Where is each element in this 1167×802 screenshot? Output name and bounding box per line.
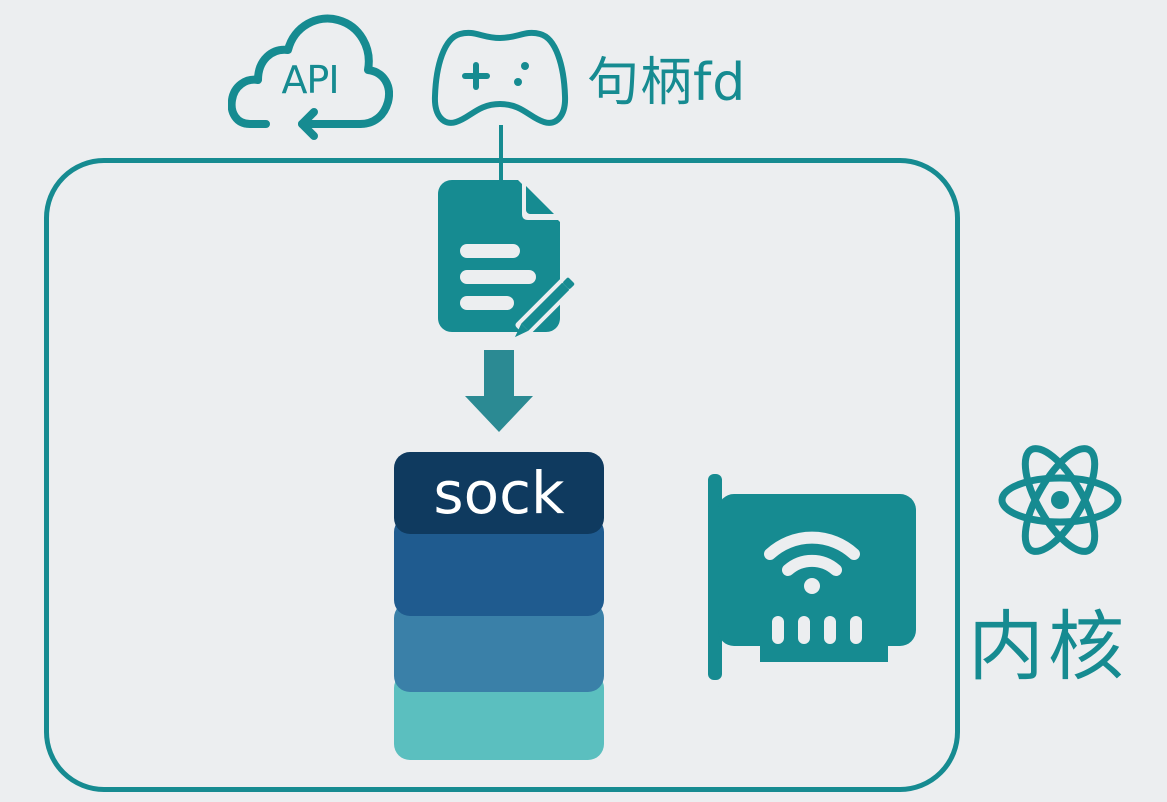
handle-fd-label: 句柄fd: [587, 53, 747, 113]
network-card-wifi-icon: [708, 474, 916, 680]
down-arrow-icon: [465, 350, 533, 432]
gamepad-icon: [431, 29, 569, 126]
document-edit-icon: [438, 180, 580, 338]
sock-label: sock: [433, 459, 565, 527]
atom-icon: [998, 445, 1122, 555]
sock-stack: sock: [394, 452, 604, 760]
api-label: API: [281, 58, 339, 102]
connector-line: [499, 125, 503, 185]
kernel-label: 内核: [968, 602, 1128, 691]
